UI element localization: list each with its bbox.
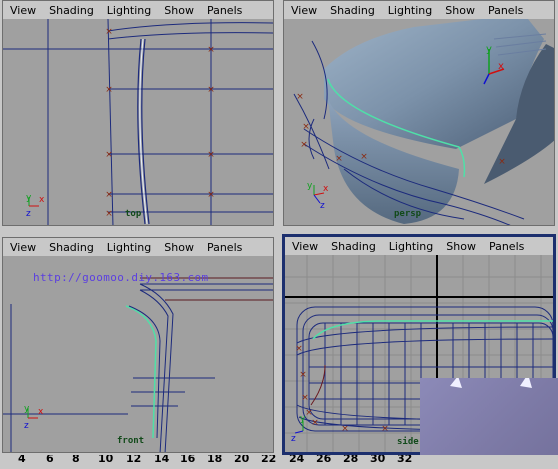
- svg-text:y: y: [486, 44, 492, 55]
- camera-label: front: [117, 436, 145, 446]
- svg-text:×: ×: [300, 140, 308, 150]
- axis-gizmo-icon: y x z: [307, 181, 329, 209]
- camera-label: persp: [394, 209, 422, 219]
- menu-panels[interactable]: Panels: [489, 240, 524, 253]
- svg-text:×: ×: [296, 92, 304, 102]
- viewport-canvas[interactable]: http://goomoo.diy.163.com y x z front: [3, 256, 273, 452]
- menu-show[interactable]: Show: [446, 240, 476, 253]
- menu-panels[interactable]: Panels: [207, 241, 242, 254]
- ruler-number: 26: [316, 455, 332, 465]
- svg-text:y: y: [307, 181, 313, 191]
- ruler-number: 16: [180, 455, 196, 465]
- ruler-number: 8: [72, 455, 80, 465]
- menu-show[interactable]: Show: [164, 241, 194, 254]
- svg-text:×: ×: [207, 45, 215, 55]
- svg-text:z: z: [24, 421, 29, 431]
- svg-text:y: y: [26, 193, 32, 203]
- ruler-number: 4: [18, 455, 26, 465]
- ruler-number: 28: [343, 455, 359, 465]
- camera-label: side: [397, 437, 419, 447]
- viewport-menubar: View Shading Lighting Show Panels: [285, 237, 553, 255]
- svg-text:x: x: [39, 195, 45, 205]
- menu-panels[interactable]: Panels: [207, 4, 242, 17]
- ruler-number: 14: [154, 455, 170, 465]
- ruler-number: 22: [261, 455, 277, 465]
- viewport-menubar: View Shading Lighting Show Panels: [3, 238, 273, 256]
- menu-lighting[interactable]: Lighting: [389, 240, 433, 253]
- svg-text:×: ×: [341, 424, 349, 434]
- ruler-number: 20: [234, 455, 250, 465]
- svg-text:×: ×: [299, 370, 307, 380]
- ruler-number: 12: [126, 455, 142, 465]
- menu-lighting[interactable]: Lighting: [388, 4, 432, 17]
- camera-label: top: [125, 209, 142, 219]
- ruler-number: 18: [207, 455, 223, 465]
- menu-show[interactable]: Show: [445, 4, 475, 17]
- menu-panels[interactable]: Panels: [488, 4, 523, 17]
- menu-view[interactable]: View: [292, 240, 318, 253]
- time-ruler[interactable]: 4 6 8 10 12 14 16 18 20 22 24 26 28 30 3…: [0, 455, 558, 465]
- viewport-top[interactable]: View Shading Lighting Show Panels × × × …: [2, 0, 274, 226]
- menu-shading[interactable]: Shading: [49, 4, 94, 17]
- svg-text:×: ×: [302, 122, 310, 132]
- viewport-canvas[interactable]: × × × × × × x y y x z persp: [284, 19, 554, 225]
- svg-text:y: y: [24, 404, 30, 414]
- svg-text:×: ×: [381, 424, 389, 434]
- svg-text:×: ×: [105, 150, 113, 160]
- svg-text:x: x: [323, 184, 329, 194]
- svg-text:z: z: [291, 434, 296, 444]
- overlay-markers: [450, 374, 532, 388]
- menu-lighting[interactable]: Lighting: [107, 4, 151, 17]
- axis-gizmo-icon: y z: [291, 415, 306, 444]
- svg-text:y: y: [300, 415, 306, 424]
- menu-shading[interactable]: Shading: [330, 4, 375, 17]
- svg-text:×: ×: [105, 85, 113, 95]
- viewport-canvas[interactable]: × × × × × × × × × y x z top: [3, 19, 273, 225]
- menu-view[interactable]: View: [291, 4, 317, 17]
- menu-shading[interactable]: Shading: [331, 240, 376, 253]
- viewport-menubar: View Shading Lighting Show Panels: [3, 1, 273, 19]
- viewport-persp[interactable]: View Shading Lighting Show Panels × × × …: [283, 0, 555, 226]
- svg-text:×: ×: [207, 190, 215, 200]
- menu-show[interactable]: Show: [164, 4, 194, 17]
- svg-text:×: ×: [301, 393, 309, 403]
- svg-text:×: ×: [295, 344, 303, 354]
- menu-view[interactable]: View: [10, 4, 36, 17]
- menu-lighting[interactable]: Lighting: [107, 241, 151, 254]
- svg-text:×: ×: [105, 190, 113, 200]
- svg-text:×: ×: [498, 157, 506, 167]
- overlay-panel: [420, 374, 558, 465]
- watermark-text: http://goomoo.diy.163.com: [33, 271, 209, 284]
- ruler-number: 32: [397, 455, 413, 465]
- svg-text:×: ×: [335, 154, 343, 164]
- viewport-menubar: View Shading Lighting Show Panels: [284, 1, 554, 19]
- svg-text:x: x: [498, 61, 504, 72]
- svg-text:×: ×: [360, 152, 368, 162]
- svg-text:x: x: [38, 407, 44, 417]
- svg-text:z: z: [320, 201, 325, 209]
- svg-text:×: ×: [207, 150, 215, 160]
- axis-gizmo-icon: y x z: [26, 193, 45, 219]
- svg-text:×: ×: [207, 85, 215, 95]
- axis-gizmo-icon: y x z: [24, 404, 44, 431]
- menu-shading[interactable]: Shading: [49, 241, 94, 254]
- svg-text:×: ×: [105, 27, 113, 37]
- ruler-number: 10: [98, 455, 114, 465]
- svg-text:×: ×: [105, 209, 113, 219]
- viewport-front[interactable]: View Shading Lighting Show Panels http:/…: [2, 237, 274, 453]
- ruler-number: 30: [370, 455, 386, 465]
- ruler-number: 6: [46, 455, 54, 465]
- svg-text:z: z: [26, 209, 31, 219]
- menu-view[interactable]: View: [10, 241, 36, 254]
- ruler-number: 24: [289, 455, 305, 465]
